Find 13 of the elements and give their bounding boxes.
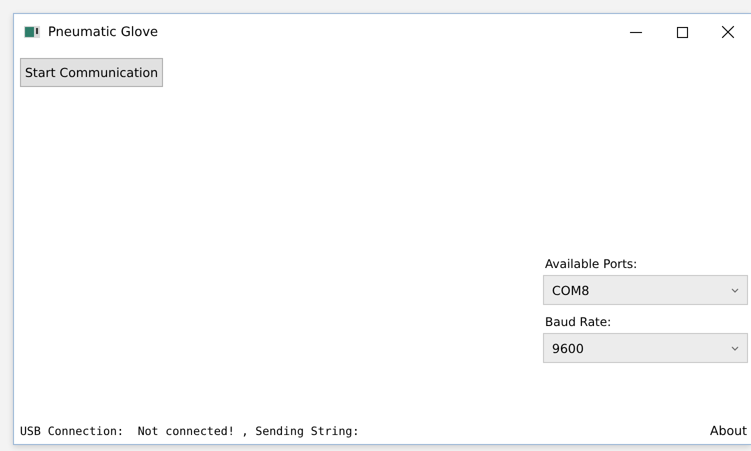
ports-label: Available Ports:: [545, 257, 638, 271]
chevron-down-icon: [731, 288, 739, 292]
close-icon[interactable]: [722, 26, 734, 38]
status-text: USB Connection: Not connected! , Sending String:: [20, 424, 360, 438]
chevron-down-icon: [731, 346, 739, 350]
ports-dropdown[interactable]: COM8: [543, 275, 748, 305]
window-title: Pneumatic Glove: [48, 24, 160, 40]
baud-rate-dropdown[interactable]: 9600: [543, 333, 748, 363]
baud-rate-label: Baud Rate:: [545, 315, 612, 329]
start-communication-button[interactable]: Start Communication: [20, 58, 164, 87]
maximize-icon[interactable]: [676, 26, 688, 38]
app-icon: [24, 26, 40, 38]
about-link[interactable]: About: [710, 423, 747, 438]
